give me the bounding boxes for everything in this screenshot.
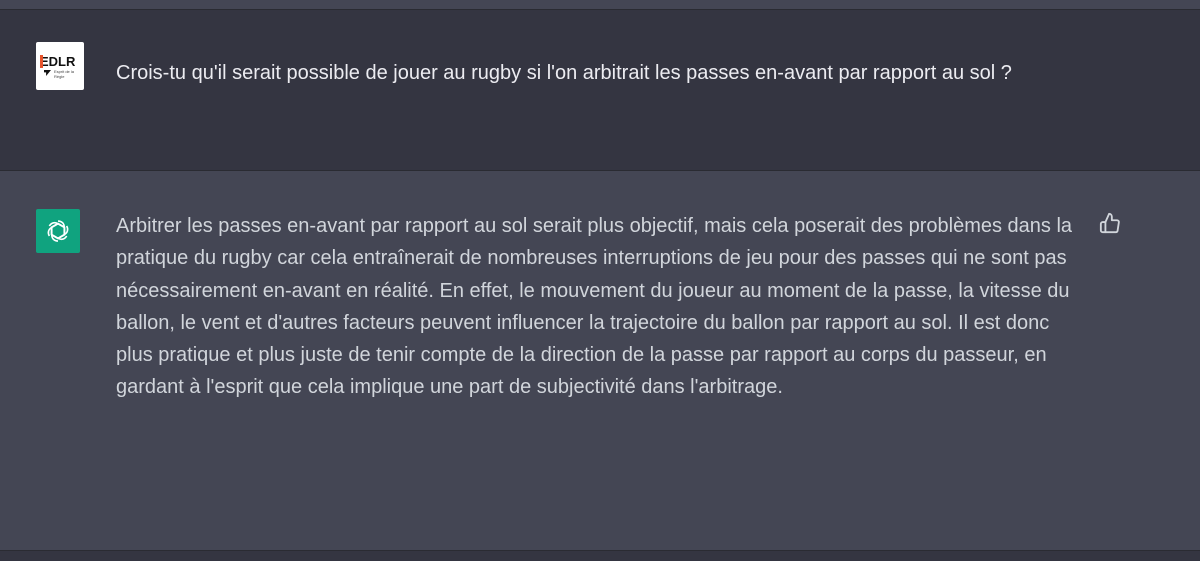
user-avatar-logo-subtitle: Esprit de la Règle — [54, 69, 75, 79]
speech-bubble-icon — [44, 70, 51, 76]
previous-message-strip — [0, 0, 1200, 9]
assistant-message-text: Arbitrer les passes en-avant par rapport… — [116, 215, 1073, 399]
user-message-text: Crois-tu qu'il serait possible de jouer … — [116, 62, 1012, 84]
next-message-strip — [0, 551, 1200, 561]
user-avatar-logo: EDLR — [40, 55, 75, 68]
assistant-message-row: Arbitrer les passes en-avant par rapport… — [0, 171, 1200, 550]
user-message-row: EDLR Esprit de la Règle Crois-tu qu'il s… — [0, 10, 1200, 170]
assistant-avatar — [36, 209, 80, 253]
openai-logo-icon — [47, 220, 69, 242]
thumbs-up-icon — [1099, 212, 1120, 234]
user-avatar-logo-text: EDLR — [40, 54, 76, 69]
thumbs-up-button[interactable] — [1096, 209, 1124, 237]
user-avatar: EDLR Esprit de la Règle — [36, 42, 84, 90]
